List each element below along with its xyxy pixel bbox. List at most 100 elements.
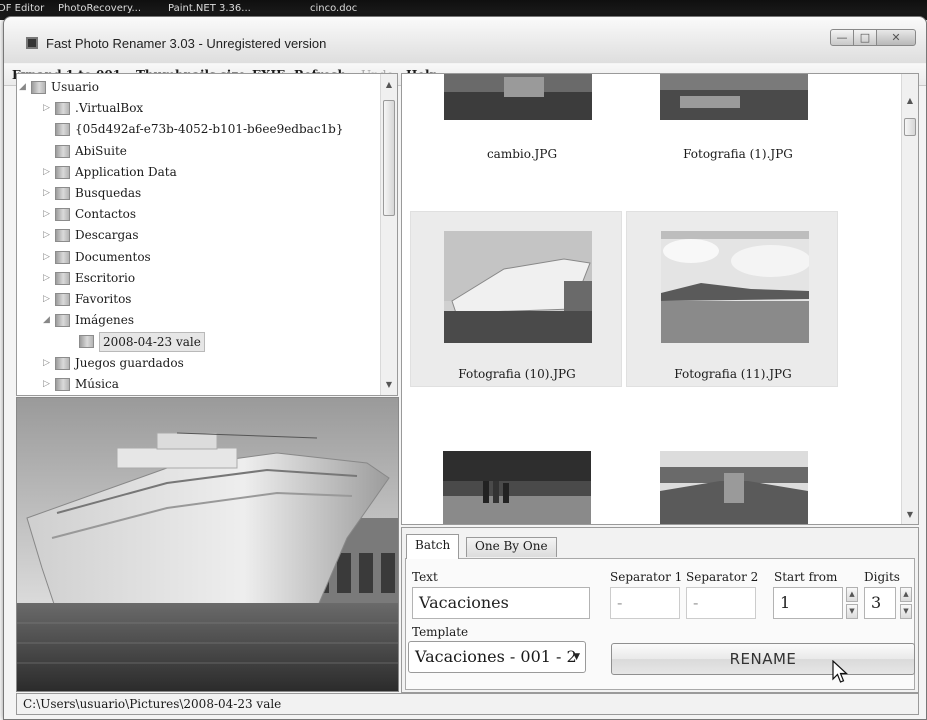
rename-button[interactable]: RENAME (611, 643, 915, 675)
tree-item[interactable]: ◢ Usuario (17, 78, 377, 99)
tree-item[interactable]: ▷ Escritorio (17, 269, 377, 290)
status-bar: C:\Users\usuario\Pictures\2008-04-23 val… (16, 693, 919, 715)
cruise-ship-photo (17, 398, 398, 691)
tab-one-by-one[interactable]: One By One (466, 537, 557, 557)
tree-item[interactable]: ▷ Favoritos (17, 290, 377, 311)
thumbnail-item[interactable]: Fotografia (11).JPG (626, 211, 838, 387)
scroll-up-icon[interactable]: ▲ (381, 80, 397, 89)
folder-icon (55, 102, 70, 116)
thumbnail-image (444, 74, 592, 120)
digits-input[interactable]: 3 (864, 587, 896, 619)
digits-stepper[interactable]: ▲ ▼ (900, 587, 912, 619)
expand-arrow-icon[interactable]: ▷ (43, 273, 50, 283)
tree-item[interactable]: ▷ Busquedas (17, 184, 377, 205)
maximize-button[interactable]: □ (853, 29, 877, 46)
folder-icon (55, 229, 70, 243)
scroll-up-icon[interactable]: ▲ (902, 96, 918, 105)
dropdown-arrow-icon: ▼ (573, 652, 580, 662)
expand-arrow-icon[interactable]: ▷ (43, 103, 50, 113)
thumbnail-caption: Fotografia (1).JPG (683, 147, 793, 161)
app-icon (26, 37, 38, 49)
expand-arrow-icon[interactable]: ▷ (43, 294, 50, 304)
tree-item[interactable]: 2008-04-23 vale (17, 332, 377, 353)
scroll-down-icon[interactable]: ▼ (902, 510, 918, 519)
template-value: Vacaciones - 001 - 2 (415, 647, 577, 666)
folder-icon (55, 314, 70, 328)
tree-item-label: Escritorio (75, 270, 136, 285)
tree-item-label: Documentos (75, 249, 151, 264)
close-button[interactable]: ✕ (876, 29, 916, 46)
tree-item[interactable]: AbiSuite (17, 142, 377, 163)
separator2-input[interactable]: - (686, 587, 756, 619)
folder-tree: ◢ Usuario ▷ .VirtualBox {05d492af-e73b-4052-… (16, 73, 398, 396)
tree-scroll-thumb[interactable] (383, 100, 395, 216)
separator1-input[interactable]: - (610, 587, 680, 619)
chevron-up-icon[interactable]: ▲ (900, 587, 912, 602)
tree-item-label: Usuario (51, 80, 99, 94)
chevron-down-icon[interactable]: ▼ (846, 604, 858, 619)
taskbar-item-photorecovery[interactable]: PhotoRecovery... (58, 3, 141, 14)
tree-item[interactable]: ▷ Descargas (17, 226, 377, 247)
folder-icon (55, 293, 70, 306)
template-select[interactable]: Vacaciones - 001 - 2 ▼ (408, 641, 586, 673)
expand-arrow-icon[interactable]: ▷ (43, 379, 50, 389)
expand-arrow-icon[interactable]: ▷ (43, 358, 50, 368)
tree-item-label: Música (75, 376, 119, 391)
expand-arrow-icon[interactable]: ▷ (43, 209, 50, 219)
expand-arrow-icon[interactable]: ▷ (43, 188, 50, 198)
tree-item-label: Busquedas (75, 186, 142, 200)
tree-item[interactable]: ▷ Contactos (17, 205, 377, 226)
tree-item[interactable]: ▷ Application Data (17, 163, 377, 184)
tree-item[interactable]: {05d492af-e73b-4052-b101-b6ee9edbac1b} (17, 120, 377, 141)
tree-item[interactable]: ▷ Documentos (17, 248, 377, 269)
folder-icon (55, 250, 70, 264)
close-icon: ✕ (891, 31, 901, 44)
text-input[interactable]: Vacaciones (412, 587, 590, 619)
mouse-cursor-icon (832, 660, 849, 683)
expand-arrow-icon[interactable]: ▷ (43, 252, 50, 262)
thumbnail-caption: Fotografia (10).JPG (458, 367, 576, 381)
minimize-icon: — (836, 31, 848, 44)
thumbnail-item[interactable]: cambio.JPG (416, 74, 628, 194)
thumbnail-caption: Fotografia (11).JPG (674, 367, 792, 381)
thumbnail-item[interactable] (626, 432, 838, 524)
thumbnail-item[interactable]: Fotografia (1).JPG (632, 74, 844, 194)
chevron-down-icon[interactable]: ▼ (900, 604, 912, 619)
start-from-stepper[interactable]: ▲ ▼ (846, 587, 858, 619)
expand-arrow-icon[interactable]: ▷ (43, 167, 50, 177)
folder-icon (55, 356, 70, 370)
thumbnail-scroll-thumb[interactable] (904, 118, 916, 136)
separator1-label: Separator 1 (610, 570, 683, 584)
taskbar-item-paint-net[interactable]: Paint.NET 3.36... (168, 3, 251, 14)
tree-item-label: Imágenes (75, 313, 135, 328)
folder-icon (55, 144, 70, 158)
tree-item[interactable]: ◢ Imágenes (17, 311, 377, 332)
tree-scrollbar[interactable]: ▲ ▼ (380, 74, 397, 395)
collapse-arrow-icon[interactable]: ◢ (19, 82, 26, 92)
collapse-arrow-icon[interactable]: ◢ (43, 315, 50, 325)
maximize-icon: □ (859, 31, 871, 44)
image-preview (16, 397, 399, 692)
taskbar-item-cinco-doc[interactable]: cinco.doc (310, 3, 357, 14)
thumbnail-image (444, 231, 592, 343)
folder-icon (31, 81, 46, 94)
thumbnail-item[interactable]: Fotografia (10).JPG (410, 211, 622, 387)
start-from-input[interactable]: 1 (773, 587, 843, 619)
folder-icon (55, 208, 70, 222)
expand-arrow-icon[interactable]: ▷ (43, 230, 50, 240)
scroll-down-icon[interactable]: ▼ (381, 380, 397, 389)
thumbnail-scrollbar[interactable]: ▲ ▼ (901, 74, 918, 524)
minimize-button[interactable]: — (830, 29, 854, 46)
tree-item[interactable]: ▷ Música (17, 375, 377, 395)
chevron-up-icon[interactable]: ▲ (846, 587, 858, 602)
tree-item[interactable]: ▷ Juegos guardados (17, 354, 377, 375)
folder-icon (55, 165, 70, 179)
folder-icon (55, 187, 70, 200)
tree-item-label: AbiSuite (75, 143, 127, 158)
title-bar[interactable]: Fast Photo Renamer 3.03 - Unregistered v… (4, 17, 926, 63)
thumbnail-item[interactable] (410, 432, 622, 524)
thumbnail-image (661, 231, 809, 343)
tab-batch[interactable]: Batch (406, 534, 460, 559)
tree-item[interactable]: ▷ .VirtualBox (17, 99, 377, 120)
taskbar-item-pdf-editor[interactable]: DF Editor (0, 3, 44, 14)
